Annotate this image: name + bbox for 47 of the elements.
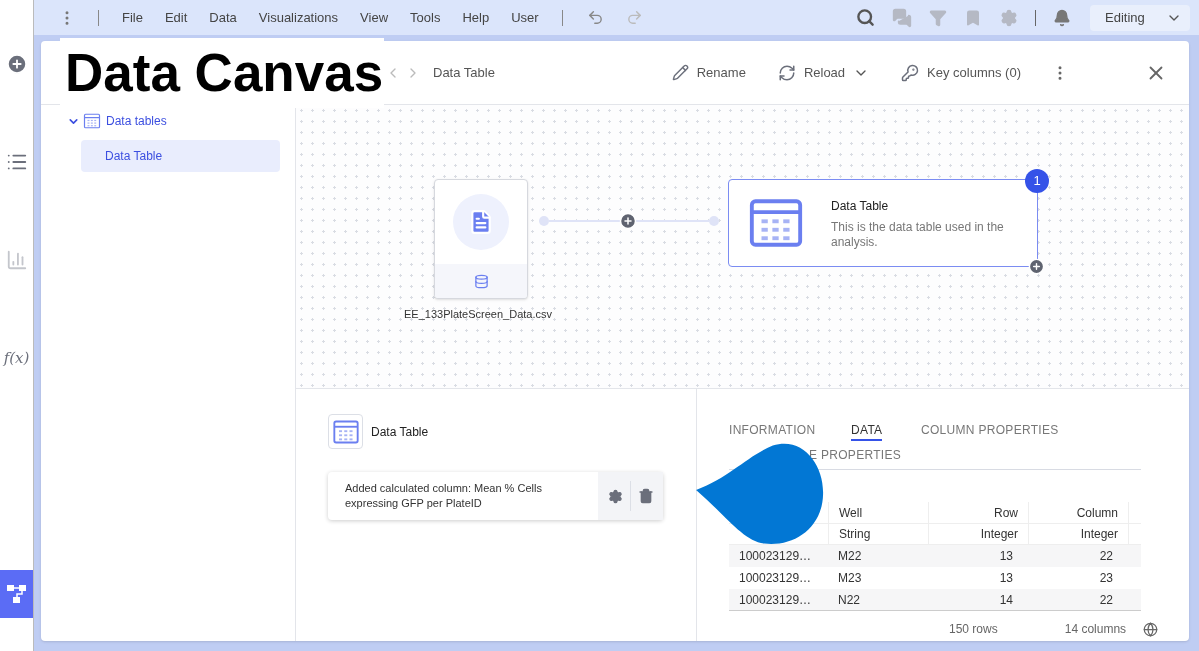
table-cell-text: 13 bbox=[998, 548, 1014, 565]
tab[interactable]: INFORMATION bbox=[729, 422, 816, 441]
table-cell-text: 100023129… bbox=[738, 570, 813, 587]
tree-item[interactable]: Data Table bbox=[81, 140, 280, 172]
tree-node[interactable]: Data tables bbox=[67, 112, 167, 130]
tab[interactable]: COLUMN PROPERTIES bbox=[921, 422, 1059, 441]
menu-item[interactable]: Tools bbox=[399, 7, 452, 28]
table-cell-text: N22 bbox=[837, 592, 861, 609]
table-cell-text: M22 bbox=[837, 548, 863, 565]
table-cell-text: 22 bbox=[1098, 592, 1114, 609]
menu-item[interactable]: Data bbox=[198, 7, 248, 28]
menu-item[interactable]: File bbox=[111, 7, 154, 28]
overlay-title: Data Canvas bbox=[60, 38, 384, 108]
table-cell-text: 13 bbox=[998, 570, 1014, 587]
table-cell-text: 100023129… bbox=[738, 592, 813, 609]
table-cell-text: 23 bbox=[1098, 570, 1114, 587]
menu-item[interactable]: Edit bbox=[153, 7, 199, 28]
mode-dropdown[interactable]: Editing bbox=[1090, 4, 1190, 31]
column-type: Integer bbox=[1028, 524, 1128, 544]
column-count: 14 columns bbox=[1064, 621, 1127, 638]
table-cell-text: 22 bbox=[1098, 548, 1114, 565]
table-cell-text: M23 bbox=[837, 570, 863, 587]
breadcrumb: Data Table bbox=[433, 63, 495, 82]
column-type: String bbox=[828, 524, 928, 544]
transformation-text: Added calculated column: Mean % Cells expressing GFP per PlateID bbox=[344, 481, 543, 511]
toolbar-button[interactable]: Reload bbox=[777, 62, 870, 83]
column-type: Integer bbox=[928, 524, 1028, 544]
column-header: Well bbox=[828, 502, 928, 523]
menu-item[interactable]: Help bbox=[451, 7, 501, 28]
table-cell-text: 14 bbox=[998, 592, 1014, 609]
count-badge: 1 bbox=[1025, 169, 1049, 193]
menu-item[interactable]: View bbox=[349, 7, 400, 28]
menu-item[interactable]: Visualizations bbox=[247, 7, 350, 28]
toolbar-button[interactable]: Rename bbox=[671, 62, 746, 83]
tab[interactable]: DATA bbox=[851, 422, 883, 441]
sidebar-tab[interactable]: f(x) bbox=[0, 334, 33, 382]
menu-item[interactable]: User bbox=[500, 7, 550, 28]
column-header: Column bbox=[1028, 502, 1128, 523]
toolbar-button[interactable]: Key columns (0) bbox=[901, 62, 1021, 83]
row-count: 150 rows bbox=[949, 621, 998, 638]
formula-label: f(x) bbox=[3, 347, 30, 369]
table-cell-text: 100023129… bbox=[738, 548, 813, 565]
column-header: Row bbox=[928, 502, 1028, 523]
node-title: Data Table bbox=[831, 197, 890, 215]
file-name: EE_133PlateScreen_Data.csv bbox=[404, 307, 552, 322]
node-description: This is the data table used in the analysis. bbox=[831, 219, 1005, 250]
detail-title: Data Table bbox=[371, 423, 429, 441]
